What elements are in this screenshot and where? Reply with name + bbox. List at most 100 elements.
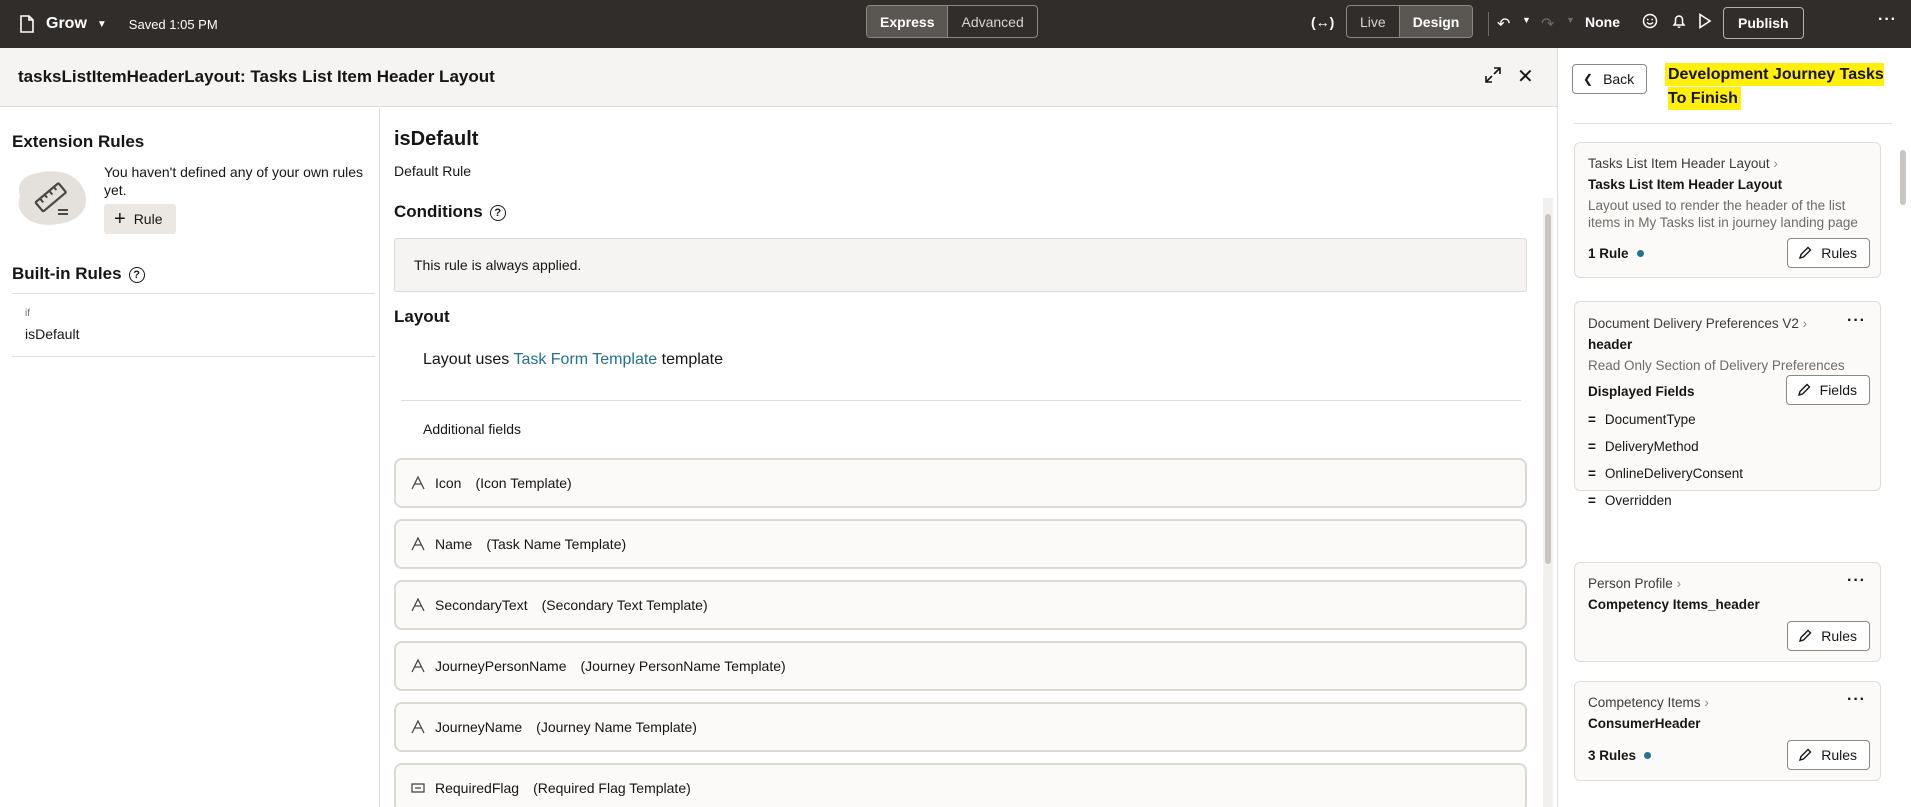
back-label: Back [1603,71,1635,87]
object-card: Tasks List Item Header Layout › Tasks Li… [1574,142,1881,278]
card-breadcrumb[interactable]: Competency Items › [1588,695,1709,710]
drag-handle-icon[interactable]: = [1588,412,1596,427]
object-card: Person Profile › ··· Competency Items_he… [1574,562,1881,662]
chevron-right-icon: › [1704,695,1709,710]
expand-icon[interactable] [1484,66,1504,86]
displayed-field: = Overridden [1588,493,1672,508]
view-design-button[interactable]: Design [1399,6,1473,37]
field-name: Icon [435,475,462,491]
field-template: (Task Name Template) [486,536,627,552]
layout-title: Layout [394,307,450,326]
card-crumb-text: Tasks List Item Header Layout [1588,156,1770,171]
undo-icon[interactable]: ↶ [1497,14,1510,34]
plus-icon: + [114,208,126,230]
more-icon[interactable]: ··· [1847,691,1866,709]
bell-icon[interactable] [1671,13,1687,29]
more-icon[interactable]: ··· [1878,11,1897,29]
field-name: SecondaryText [435,597,528,613]
scrollbar-thumb[interactable] [1545,214,1551,564]
card-name: Tasks List Item Header Layout [1588,177,1783,192]
field-card-icon[interactable]: Icon (Icon Template) [394,458,1527,508]
play-icon[interactable] [1698,13,1712,29]
more-icon[interactable]: ··· [1847,312,1866,330]
card-breadcrumb[interactable]: Tasks List Item Header Layout › [1588,156,1778,171]
layout-header: tasksListItemHeaderLayout: Tasks List It… [0,48,1557,107]
add-rule-label: Rule [133,211,163,227]
rules-button[interactable]: Rules [1787,621,1870,651]
displayed-fields-text: Displayed Fields [1588,384,1695,399]
displayed-field: = DocumentType [1588,412,1696,427]
field-name: JourneyPersonName [435,658,567,674]
rule-item-isdefault[interactable]: isDefault [25,326,79,342]
chevron-down-icon[interactable]: ▼ [97,19,107,30]
chevron-right-icon: › [1802,316,1808,331]
field-label: Overridden [1604,493,1672,508]
field-template: (Icon Template) [475,475,572,491]
mode-express-button[interactable]: Express [867,6,949,37]
status-dot [1636,250,1644,257]
drag-handle-icon[interactable]: = [1588,439,1596,454]
field-card-secondarytext[interactable]: SecondaryText (Secondary Text Template) [394,580,1527,630]
rules-button-label: Rules [1821,747,1857,763]
chevron-left-icon: ❮ [1583,72,1594,86]
smiley-icon[interactable] [1642,13,1658,29]
template-link[interactable]: Task Form Template [513,351,657,368]
variable-icon[interactable]: (↔) [1311,14,1334,30]
document-icon[interactable] [20,14,38,34]
journey-title-text: Development Journey Tasks To Finish [1668,66,1884,107]
card-name: Competency Items_header [1588,597,1760,612]
app-name[interactable]: Grow [46,15,87,33]
card-breadcrumb[interactable]: Person Profile › [1588,576,1681,591]
detail-scrollbar[interactable] [1543,198,1553,807]
card-name: ConsumerHeader [1588,716,1701,731]
help-icon[interactable]: ? [128,266,145,283]
object-card: Competency Items › ··· ConsumerHeader 3 … [1574,681,1881,781]
layout-suffix: template [661,351,724,368]
panel-scrollbar[interactable] [1899,150,1907,807]
mode-advanced-button[interactable]: Advanced [948,6,1036,37]
publish-button[interactable]: Publish [1723,7,1804,39]
status-dot [1644,752,1652,759]
chevron-right-icon: › [1773,156,1778,171]
field-template: (Secondary Text Template) [541,597,708,613]
scrollbar-thumb[interactable] [1900,150,1906,205]
back-button[interactable]: ❮ Back [1572,64,1648,94]
rule-subtitle: Default Rule [394,163,472,179]
journey-title: Development Journey Tasks To Finish [1668,63,1900,111]
drag-handle-icon[interactable]: = [1588,466,1596,481]
field-template: (Required Flag Template) [533,780,691,796]
drag-handle-icon[interactable]: = [1588,493,1596,508]
divider [12,293,375,294]
fields-button[interactable]: Fields [1785,375,1870,405]
field-card-journeyname[interactable]: JourneyName (Journey Name Template) [394,702,1527,752]
rule-condition-label: if [25,308,30,319]
field-card-journeypersonname[interactable]: JourneyPersonName (Journey PersonName Te… [394,641,1527,691]
redo-icon: ↷ [1541,16,1555,33]
rules-button[interactable]: Rules [1787,238,1870,268]
field-template: (Journey Name Template) [536,719,697,735]
pencil-icon [1799,748,1812,762]
pencil-icon [1799,629,1812,643]
field-label: DocumentType [1604,412,1696,427]
extension-rules-title: Extension Rules [12,132,145,151]
field-card-name[interactable]: Name (Task Name Template) [394,519,1527,569]
undo-menu-icon[interactable]: ▼ [1522,15,1531,25]
help-icon[interactable]: ? [489,204,506,221]
more-icon[interactable]: ··· [1847,572,1866,590]
condition-text: This rule is always applied. [414,257,582,273]
field-template: (Journey PersonName Template) [580,658,786,674]
field-card-requiredflag[interactable]: RequiredFlag (Required Flag Template) [394,763,1527,807]
rule-count: 3 Rules [1588,748,1652,763]
view-live-button[interactable]: Live [1347,6,1400,37]
displayed-field: = DeliveryMethod [1588,439,1699,454]
sandbox-label[interactable]: None [1585,14,1620,30]
add-rule-button[interactable]: + Rule [104,204,177,234]
conditions-title: Conditions [394,202,483,221]
close-icon[interactable]: ✕ [1517,64,1534,89]
rules-button[interactable]: Rules [1787,740,1870,770]
text-field-icon [411,537,429,551]
text-field-icon [411,476,429,490]
card-breadcrumb[interactable]: Document Delivery Preferences V2 › [1588,316,1807,331]
object-card: Document Delivery Preferences V2 › ··· h… [1574,301,1881,508]
divider [1488,12,1489,36]
